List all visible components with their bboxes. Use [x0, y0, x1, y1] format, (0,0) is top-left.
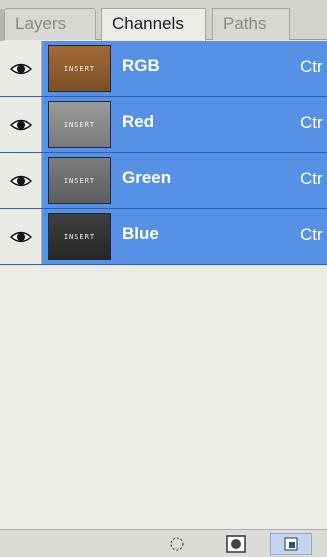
- eye-icon: [9, 231, 32, 242]
- channel-name: RGB: [122, 56, 160, 75]
- load-selection-icon: [170, 537, 184, 551]
- new-channel-icon: [284, 537, 298, 551]
- channel-name: Green: [122, 168, 172, 187]
- channel-thumbnail: INSERT: [48, 101, 111, 148]
- new-channel-button[interactable]: [270, 533, 312, 555]
- tab-layers[interactable]: Layers: [0, 8, 96, 41]
- channel-name: Red: [122, 112, 155, 131]
- channel-thumbnail: INSERT: [48, 45, 111, 92]
- visibility-toggle[interactable]: [0, 97, 42, 152]
- save-selection-button[interactable]: [223, 534, 249, 554]
- thumbnail-text: INSERT: [63, 176, 96, 185]
- channel-row-red[interactable]: INSERT Red Ctr: [0, 97, 327, 153]
- channel-shortcut: Ctr: [300, 57, 323, 76]
- eye-icon: [9, 175, 32, 186]
- channel-shortcut: Ctr: [300, 225, 323, 244]
- channel-list: INSERT RGB Ctr INSERT Red Ctr INSERT Gre…: [0, 41, 327, 265]
- eye-icon: [9, 119, 32, 130]
- load-selection-button[interactable]: [166, 534, 188, 554]
- channel-shortcut: Ctr: [300, 113, 323, 132]
- save-selection-icon: [226, 535, 246, 553]
- thumbnail-text: INSERT: [63, 232, 96, 241]
- channel-row-green[interactable]: INSERT Green Ctr: [0, 153, 327, 209]
- visibility-toggle[interactable]: [0, 153, 42, 208]
- channel-thumbnail: INSERT: [48, 157, 111, 204]
- tab-channels[interactable]: Channels: [101, 8, 206, 41]
- eye-icon: [9, 63, 32, 74]
- thumbnail-text: INSERT: [63, 64, 96, 73]
- visibility-toggle[interactable]: [0, 209, 42, 264]
- channel-name: Blue: [122, 224, 159, 243]
- tab-paths[interactable]: Paths: [212, 8, 290, 40]
- panel-bottom-bar: [0, 529, 327, 557]
- channel-row-blue[interactable]: INSERT Blue Ctr: [0, 209, 327, 265]
- thumbnail-text: INSERT: [63, 120, 96, 129]
- panel-tab-bar: Layers Channels Paths: [0, 0, 327, 41]
- channel-row-rgb[interactable]: INSERT RGB Ctr: [0, 41, 327, 97]
- visibility-toggle[interactable]: [0, 41, 42, 96]
- channel-thumbnail: INSERT: [48, 213, 111, 260]
- channel-shortcut: Ctr: [300, 169, 323, 188]
